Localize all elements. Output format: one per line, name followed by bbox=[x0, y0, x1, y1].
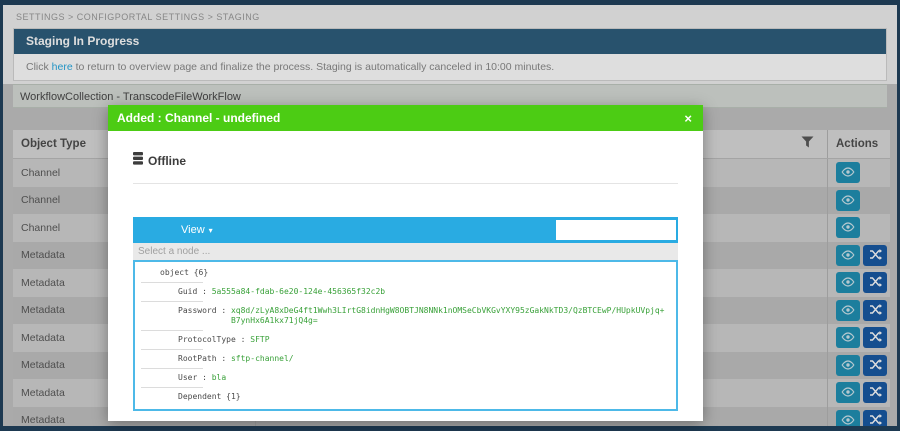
tree-node-value: xq8d/zLyA8xDeG4ft1Wwh3LIrtG8idnHgW8OBTJN… bbox=[231, 306, 668, 328]
tree-node[interactable]: RootPath : sftp-channel/ bbox=[135, 350, 676, 369]
offline-section-header: Offline bbox=[133, 152, 678, 184]
tree-node-key: object {6} bbox=[160, 268, 208, 279]
tree-node[interactable]: Dependent {1} bbox=[135, 388, 676, 407]
offline-label: Offline bbox=[148, 154, 186, 168]
close-icon[interactable]: × bbox=[684, 111, 703, 126]
tree-node-value: 5a555a84-fdab-6e20-124e-456365f32c2b bbox=[212, 287, 385, 298]
added-channel-modal: Added : Channel - undefined × Offline Vi… bbox=[108, 105, 703, 421]
tree-node-key: RootPath : bbox=[178, 354, 231, 365]
tree-search-input[interactable] bbox=[556, 220, 676, 240]
select-node-placeholder[interactable]: Select a node ... bbox=[133, 243, 678, 260]
view-dropdown[interactable]: View bbox=[181, 224, 205, 236]
tree-node[interactable]: Guid : 5a555a84-fdab-6e20-124e-456365f32… bbox=[135, 283, 676, 302]
tree-node-key: Password : bbox=[178, 306, 231, 328]
tree-node-key: Guid : bbox=[178, 287, 212, 298]
modal-header: Added : Channel - undefined × bbox=[108, 105, 703, 131]
tree-node-value: bla bbox=[212, 373, 226, 384]
modal-title: Added : Channel - undefined bbox=[108, 111, 684, 125]
tree-node[interactable]: Password : xq8d/zLyA8xDeG4ft1Wwh3LIrtG8i… bbox=[135, 302, 676, 332]
tree-node[interactable]: object {6} bbox=[135, 264, 676, 283]
tree-node[interactable]: User : bla bbox=[135, 369, 676, 388]
modal-body: Offline View ▾ Select a node ... object … bbox=[108, 152, 703, 411]
chevron-down-icon[interactable]: ▾ bbox=[209, 226, 213, 235]
json-tree-view: object {6} Guid : 5a555a84-fdab-6e20-124… bbox=[133, 260, 678, 411]
database-icon bbox=[133, 152, 143, 170]
tree-node-value: sftp-channel/ bbox=[231, 354, 294, 365]
tree-toolbar: View ▾ bbox=[133, 217, 678, 243]
tree-node-key: Dependent {1} bbox=[178, 392, 241, 403]
tree-node[interactable]: ProtocolType : SFTP bbox=[135, 331, 676, 350]
tree-node-key: User : bbox=[178, 373, 212, 384]
tree-node-value: SFTP bbox=[250, 335, 269, 346]
tree-node-key: ProtocolType : bbox=[178, 335, 250, 346]
